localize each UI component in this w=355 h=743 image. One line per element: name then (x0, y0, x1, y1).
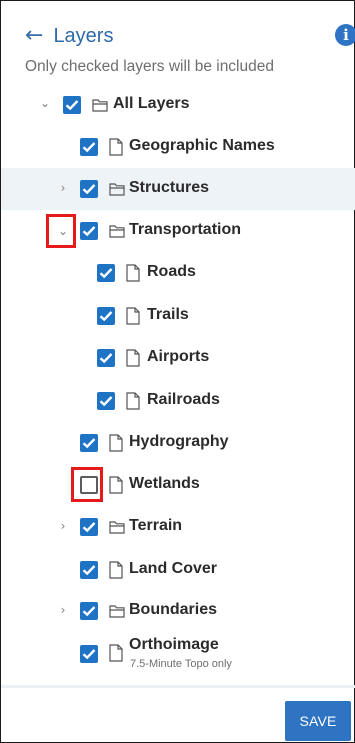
checkbox-boundaries[interactable] (80, 602, 98, 620)
helper-text: Only checked layers will be included (25, 58, 274, 75)
tree-row-orthoimage: Orthoimage 7.5-Minute Topo only (1, 631, 355, 681)
tree-row-hydrography: Hydrography (1, 420, 355, 462)
tree-row-boundaries: › Boundaries (1, 589, 355, 631)
file-icon (109, 476, 123, 494)
info-icon[interactable]: i (335, 24, 355, 46)
panel-header: ← Layers i (1, 19, 355, 53)
tree-row-geographic-names: Geographic Names (1, 126, 355, 168)
layer-label-roads: Roads (147, 263, 196, 280)
layer-label-geographic-names: Geographic Names (129, 137, 275, 154)
layer-label-railroads: Railroads (147, 391, 220, 408)
folder-icon (109, 521, 125, 534)
save-button[interactable]: SAVE (285, 701, 351, 741)
checkbox-roads[interactable] (97, 264, 115, 282)
tree-row-wetlands: Wetlands (1, 463, 355, 505)
chevron-right-icon[interactable]: › (56, 519, 70, 533)
checkbox-land-cover[interactable] (80, 561, 98, 579)
tree-row-structures: › Structures (1, 168, 355, 210)
chevron-right-icon[interactable]: › (56, 603, 70, 617)
chevron-right-icon[interactable]: › (56, 181, 70, 195)
layer-label-transportation: Transportation (129, 221, 242, 238)
folder-icon (109, 605, 125, 618)
chevron-down-icon[interactable]: ⌄ (38, 96, 52, 110)
checkbox-orthoimage[interactable] (80, 645, 98, 663)
layer-label-structures: Structures (129, 179, 210, 196)
layer-label-all-layers: All Layers (113, 95, 190, 112)
file-icon (126, 264, 140, 282)
tree-row-airports: Airports (1, 336, 355, 378)
folder-icon (92, 99, 108, 112)
tree-row-roads: Roads (1, 252, 355, 294)
layer-label-boundaries: Boundaries (129, 601, 218, 618)
tree-row-railroads: Railroads (1, 378, 355, 420)
back-button[interactable]: ← Layers (25, 19, 113, 53)
annotation-box-wetlands-checkbox (71, 467, 103, 502)
annotation-box-transportation-chevron (46, 214, 76, 248)
checkbox-railroads[interactable] (97, 392, 115, 410)
folder-icon (109, 183, 125, 196)
layer-label-terrain: Terrain (129, 517, 183, 534)
layer-label-land-cover: Land Cover (129, 560, 218, 577)
file-icon (109, 434, 123, 452)
tree-row-land-cover: Land Cover (1, 547, 355, 589)
layer-label-orthoimage: Orthoimage (129, 636, 219, 653)
footer-divider (1, 685, 355, 688)
checkbox-airports[interactable] (97, 349, 115, 367)
tree-row-all-layers: ⌄ All Layers (1, 84, 355, 126)
file-icon (109, 561, 123, 579)
file-icon (109, 138, 123, 156)
checkbox-trails[interactable] (97, 307, 115, 325)
page-title: Layers (53, 24, 114, 47)
layer-label-trails: Trails (147, 306, 189, 323)
checkbox-transportation[interactable] (80, 222, 98, 240)
tree-row-terrain: › Terrain (1, 505, 355, 547)
checkbox-geographic-names[interactable] (80, 138, 98, 156)
checkbox-all-layers[interactable] (63, 96, 81, 114)
checkbox-hydrography[interactable] (80, 434, 98, 452)
file-icon (126, 349, 140, 367)
file-icon (126, 307, 140, 325)
checkbox-terrain[interactable] (80, 518, 98, 536)
tree-row-trails: Trails (1, 294, 355, 336)
layer-label-wetlands: Wetlands (129, 475, 200, 492)
file-icon (109, 644, 123, 662)
back-arrow-icon: ← (25, 23, 44, 48)
checkbox-structures[interactable] (80, 180, 98, 198)
layers-panel: ← Layers i Only checked layers will be i… (0, 0, 355, 743)
layer-label-hydrography: Hydrography (129, 433, 229, 450)
file-icon (126, 392, 140, 410)
folder-icon (109, 225, 125, 238)
layer-note-orthoimage: 7.5-Minute Topo only (130, 658, 232, 670)
layer-label-airports: Airports (147, 348, 210, 365)
